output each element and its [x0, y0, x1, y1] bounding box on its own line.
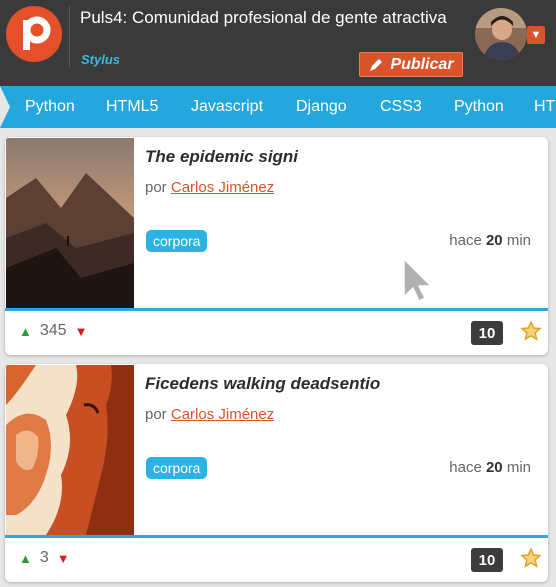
comment-count-badge[interactable]: 10 — [471, 321, 503, 345]
pen-icon — [370, 58, 383, 71]
nav-item-python-2[interactable]: Python — [454, 86, 504, 128]
vote-controls: ▲ 345 ▼ — [19, 322, 87, 340]
vote-count: 345 — [39, 322, 67, 339]
nav-item-truncated[interactable]: HT — [534, 86, 555, 128]
publish-button[interactable]: Publicar — [359, 52, 463, 77]
site-subtitle[interactable]: Stylus — [81, 52, 120, 67]
card-divider — [5, 308, 548, 311]
post-byline: por Carlos Jiménez — [145, 406, 274, 423]
vote-count: 3 — [39, 549, 49, 566]
byline-prefix: por — [145, 406, 167, 423]
post-time: hace 20 min — [449, 459, 531, 476]
nav-item-css3[interactable]: CSS3 — [380, 86, 422, 128]
user-avatar[interactable] — [475, 8, 527, 60]
p-logo-icon — [23, 16, 51, 50]
triangle-down-icon[interactable]: ▼ — [57, 551, 70, 566]
site-logo[interactable] — [6, 6, 62, 62]
comment-count-badge[interactable]: 10 — [471, 548, 503, 572]
publish-label: Publicar — [390, 55, 454, 73]
triangle-up-icon[interactable]: ▲ — [19, 551, 32, 566]
star-icon[interactable] — [520, 547, 542, 569]
byline-prefix: por — [145, 179, 167, 196]
post-card[interactable]: Ficedens walking deadsentio por Carlos J… — [5, 364, 548, 582]
nav-notch — [0, 86, 10, 128]
nav-item-django[interactable]: Django — [296, 86, 347, 128]
post-title[interactable]: Ficedens walking deadsentio — [145, 374, 380, 394]
header-separator — [69, 6, 70, 68]
time-value: 20 — [485, 232, 503, 249]
nav-item-html5[interactable]: HTML5 — [106, 86, 158, 128]
triangle-up-icon[interactable]: ▲ — [19, 324, 32, 339]
star-icon[interactable] — [520, 320, 542, 342]
post-thumbnail[interactable] — [6, 138, 134, 308]
time-value: 20 — [485, 459, 503, 476]
post-thumbnail[interactable] — [6, 365, 134, 535]
post-time: hace 20 min — [449, 232, 531, 249]
mouse-pointer-icon — [403, 257, 433, 303]
time-prefix: hace — [449, 232, 482, 249]
category-nav: Python HTML5 Javascript Django CSS3 Pyth… — [0, 86, 556, 128]
post-title[interactable]: The epidemic signi — [145, 147, 298, 167]
time-unit: min — [506, 232, 531, 249]
tag-badge[interactable]: corpora — [146, 230, 208, 252]
caret-down-icon[interactable]: ▼ — [527, 26, 545, 44]
time-unit: min — [506, 459, 531, 476]
time-prefix: hace — [449, 459, 482, 476]
site-title[interactable]: Puls4: Comunidad profesional de gente at… — [80, 7, 460, 29]
card-divider — [5, 535, 548, 538]
avatar-image — [475, 8, 527, 60]
triangle-down-icon[interactable]: ▼ — [75, 324, 88, 339]
author-link[interactable]: Carlos Jiménez — [171, 179, 274, 196]
top-header: Puls4: Comunidad profesional de gente at… — [0, 0, 556, 86]
post-card[interactable]: The epidemic signi por Carlos Jiménez co… — [5, 137, 548, 355]
nav-item-javascript[interactable]: Javascript — [191, 86, 263, 128]
nav-item-python[interactable]: Python — [25, 86, 75, 128]
vote-controls: ▲ 3 ▼ — [19, 549, 70, 567]
post-byline: por Carlos Jiménez — [145, 179, 274, 196]
tag-badge[interactable]: corpora — [146, 457, 208, 479]
author-link[interactable]: Carlos Jiménez — [171, 406, 274, 423]
